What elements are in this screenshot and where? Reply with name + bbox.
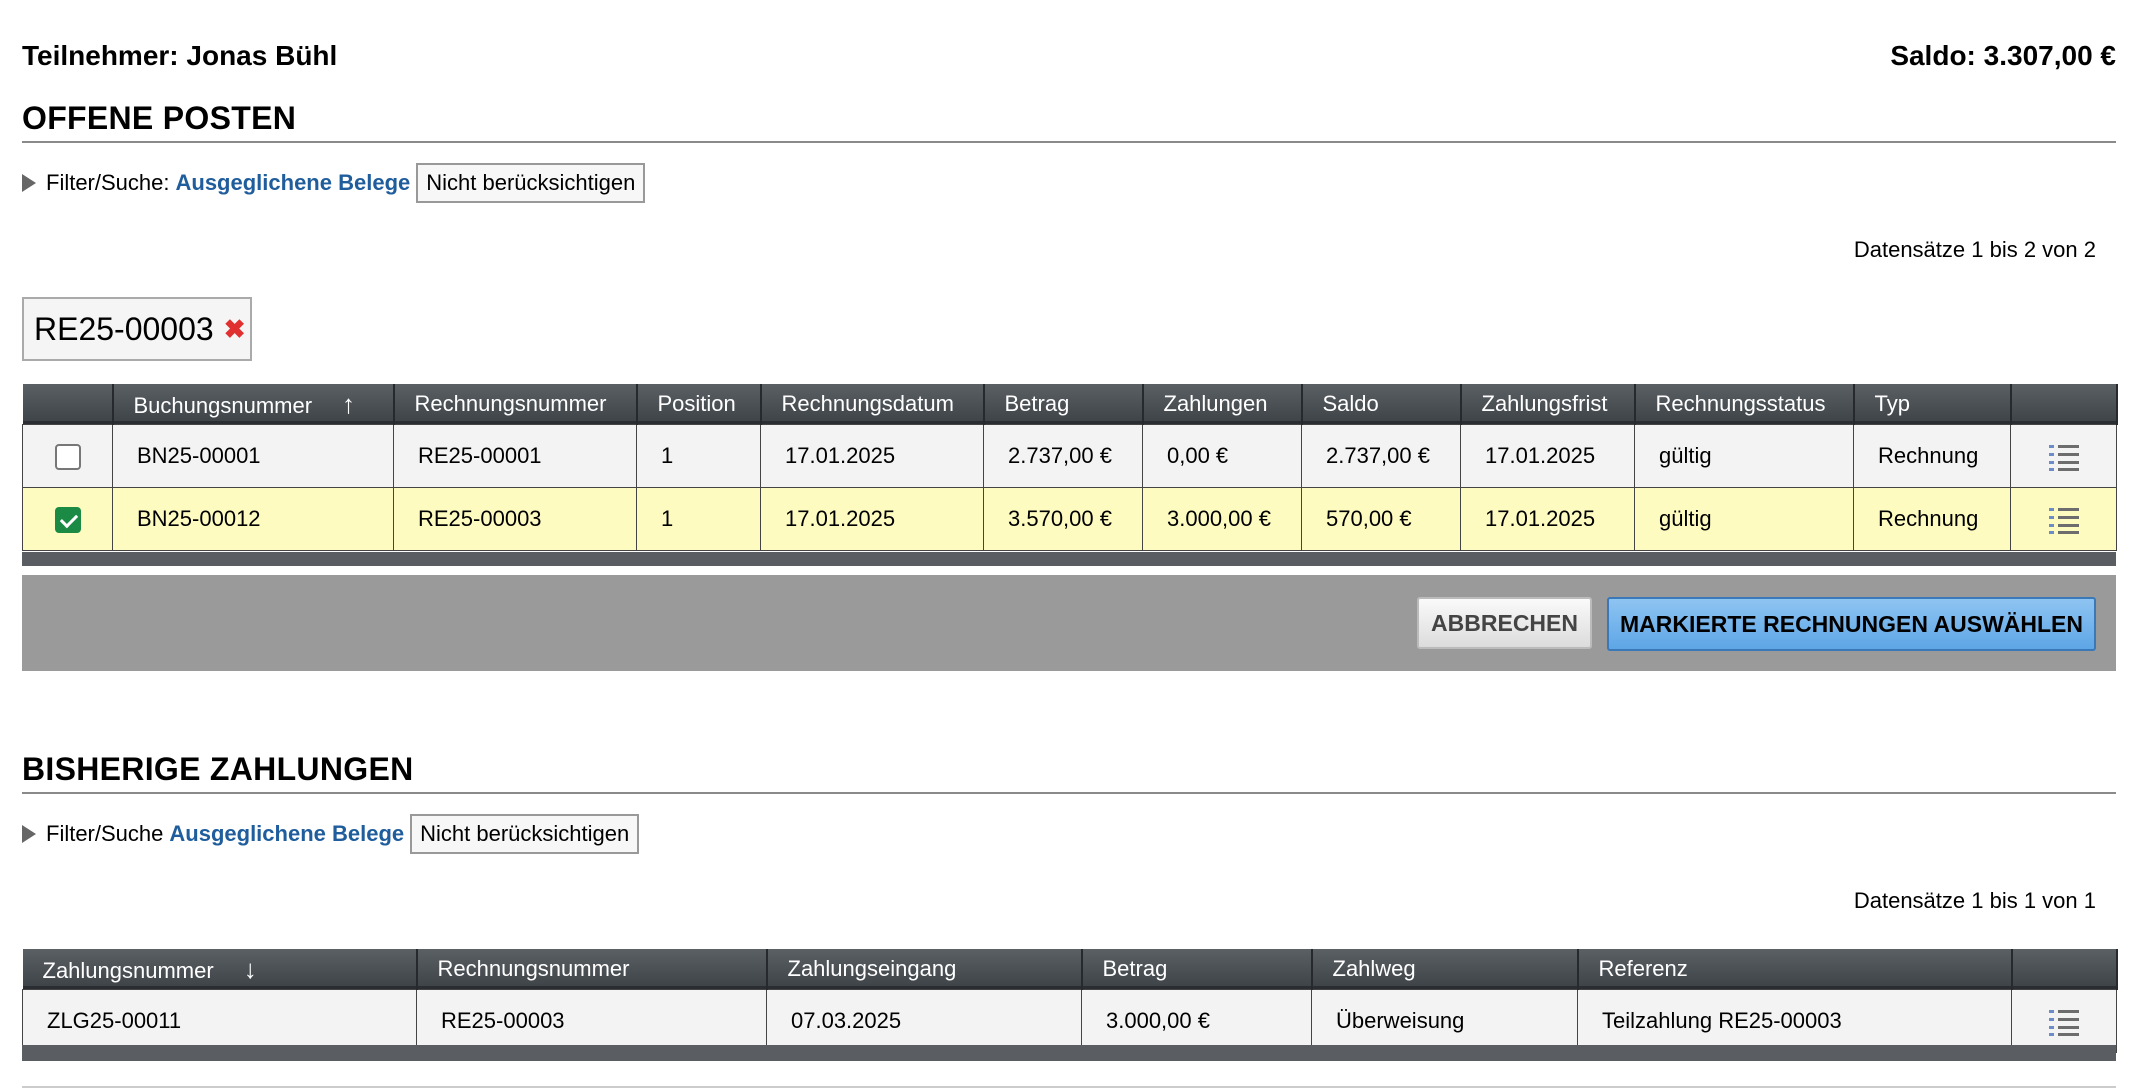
cell-position: 1 (636, 487, 761, 551)
open-items-title: OFFENE POSTEN (22, 100, 297, 136)
list-icon[interactable] (2048, 507, 2079, 534)
table-row[interactable]: BN25-00012 RE25-00003 1 17.01.2025 3.570… (22, 487, 2117, 551)
column-header-referenz[interactable]: Referenz (1577, 949, 2013, 990)
column-header-zahlweg[interactable]: Zahlweg (1311, 949, 1579, 990)
filter-label[interactable]: Filter/Suche (46, 821, 163, 847)
open-items-record-count: Datensätze 1 bis 2 von 2 (1853, 237, 2096, 262)
cell-zahlungsfrist: 17.01.2025 (1460, 424, 1635, 488)
cell-zahlungsfrist: 17.01.2025 (1460, 487, 1635, 551)
column-header-zahlungsfrist[interactable]: Zahlungsfrist (1460, 384, 1636, 425)
cell-betrag: 2.737,00 € (983, 424, 1143, 488)
column-header-rechnungsnummer[interactable]: Rechnungsnummer (416, 949, 768, 990)
filter-link[interactable]: Ausgeglichene Belege (176, 170, 411, 196)
column-header-zahlungseingang[interactable]: Zahlungseingang (766, 949, 1083, 990)
column-header-rechnungsstatus[interactable]: Rechnungsstatus (1634, 384, 1855, 425)
list-icon[interactable] (2048, 444, 2079, 471)
cell-buchungsnummer: BN25-00001 (112, 424, 394, 488)
chip-label: RE25-00003 (34, 310, 214, 347)
table-row[interactable]: BN25-00001 RE25-00001 1 17.01.2025 2.737… (22, 424, 2117, 488)
column-header-buchungsnummer[interactable]: Buchungsnummer ↑ (112, 384, 395, 425)
column-header-betrag[interactable]: Betrag (983, 384, 1144, 425)
select-invoices-button[interactable]: MARKIERTE RECHNUNGEN AUSWÄHLEN (1607, 597, 2096, 651)
cell-saldo: 2.737,00 € (1301, 424, 1461, 488)
column-header-actions (2011, 949, 2118, 990)
cell-rechnungsnummer: RE25-00003 (393, 487, 637, 551)
table-row[interactable]: ZLG25-00011 RE25-00003 07.03.2025 3.000,… (22, 989, 2117, 1053)
cell-referenz: Teilzahlung RE25-00003 (1577, 989, 2012, 1053)
saldo-label: Saldo: 3.307,00 € (1890, 40, 2116, 71)
open-items-table: Buchungsnummer ↑ Rechnungsnummer Position… (22, 384, 2118, 551)
column-header-typ[interactable]: Typ (1853, 384, 2012, 425)
filter-exclude-button[interactable]: Nicht berücksichtigen (410, 814, 640, 854)
row-checkbox[interactable] (54, 506, 81, 533)
payments-record-count: Datensätze 1 bis 1 von 1 (1853, 888, 2096, 913)
cell-rechnungsnummer: RE25-00001 (393, 424, 637, 488)
sort-descending-icon[interactable]: ↓ (244, 954, 257, 985)
section-divider (22, 792, 2116, 794)
cell-betrag: 3.000,00 € (1081, 989, 1312, 1053)
cancel-button[interactable]: ABBRECHEN (1417, 597, 1592, 649)
close-icon[interactable]: ✖ (224, 314, 246, 345)
sort-ascending-icon[interactable]: ↑ (342, 389, 355, 420)
column-header-zahlungen[interactable]: Zahlungen (1142, 384, 1303, 425)
cell-position: 1 (636, 424, 761, 488)
cell-zahlungen: 0,00 € (1142, 424, 1302, 488)
cell-saldo: 570,00 € (1301, 487, 1461, 551)
participant-label: Teilnehmer: Jonas Bühl (22, 40, 338, 71)
payments-filter: Filter/Suche Ausgeglichene Belege Nicht … (22, 814, 640, 854)
cell-buchungsnummer: BN25-00012 (112, 487, 394, 551)
cell-typ: Rechnung (1853, 424, 2011, 488)
row-checkbox[interactable] (54, 443, 81, 470)
section-divider (22, 141, 2116, 143)
column-header-actions (2010, 384, 2118, 425)
cell-zahlweg: Überweisung (1311, 989, 1578, 1053)
table-footer-bar (22, 552, 2116, 566)
cell-zahlungseingang: 07.03.2025 (766, 989, 1082, 1053)
filter-exclude-button[interactable]: Nicht berücksichtigen (416, 163, 646, 203)
cell-zahlungsnummer: ZLG25-00011 (22, 989, 417, 1053)
payments-title: BISHERIGE ZAHLUNGEN (22, 751, 414, 787)
page-bottom-divider (22, 1086, 2116, 1088)
cell-rechnungsdatum: 17.01.2025 (760, 487, 984, 551)
column-header-zahlungsnummer[interactable]: Zahlungsnummer ↓ (22, 949, 418, 990)
column-header-rechnungsdatum[interactable]: Rechnungsdatum (760, 384, 985, 425)
list-icon[interactable] (2049, 1009, 2079, 1036)
cell-rechnungsnummer: RE25-00003 (416, 989, 767, 1053)
open-items-filter: Filter/Suche: Ausgeglichene Belege Nicht… (22, 163, 646, 203)
column-header-betrag[interactable]: Betrag (1081, 949, 1313, 990)
cell-rechnungsstatus: gültig (1634, 424, 1854, 488)
table-footer-bar (22, 1045, 2116, 1061)
cell-rechnungsstatus: gültig (1634, 487, 1854, 551)
filter-label[interactable]: Filter/Suche: (46, 170, 170, 196)
selected-invoice-chip: RE25-00003 ✖ (22, 297, 252, 361)
column-header-saldo[interactable]: Saldo (1301, 384, 1462, 425)
filter-link[interactable]: Ausgeglichene Belege (169, 821, 404, 847)
column-header-position[interactable]: Position (636, 384, 762, 425)
cell-typ: Rechnung (1853, 487, 2011, 551)
triangle-right-icon[interactable] (22, 174, 36, 192)
payments-table: Zahlungsnummer ↓ Rechnungsnummer Zahlungs… (22, 949, 2118, 1053)
column-header-select (22, 384, 114, 425)
triangle-right-icon[interactable] (22, 825, 36, 843)
cell-rechnungsdatum: 17.01.2025 (760, 424, 984, 488)
cell-betrag: 3.570,00 € (983, 487, 1143, 551)
column-header-rechnungsnummer[interactable]: Rechnungsnummer (393, 384, 638, 425)
cell-zahlungen: 3.000,00 € (1142, 487, 1302, 551)
